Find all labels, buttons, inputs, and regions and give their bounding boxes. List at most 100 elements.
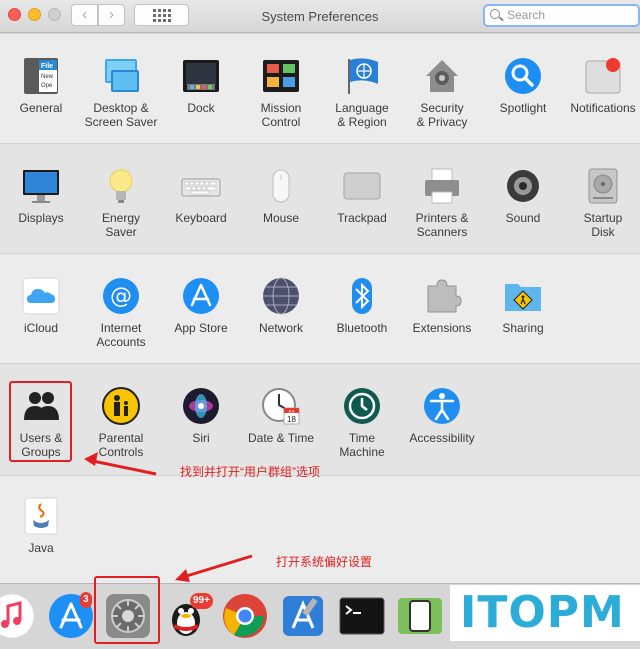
hard-disk-icon (588, 168, 618, 204)
lightbulb-icon (109, 169, 133, 203)
pane-label: General (19, 101, 63, 115)
pane-spotlight[interactable]: Spotlight (483, 56, 563, 115)
clock-calendar-icon: JUL 18 (262, 388, 300, 425)
pane-parental-controls[interactable]: Parental Controls (81, 386, 161, 459)
keyboard-icon (181, 178, 221, 197)
pane-label: Time Machine (339, 431, 385, 459)
pane-label: Bluetooth (336, 321, 388, 335)
search-icon (490, 9, 500, 19)
mission-control-icon (263, 60, 299, 92)
pane-language-region[interactable]: Language & Region (322, 56, 402, 129)
pane-label: Keyboard (175, 211, 227, 225)
printer-icon (425, 168, 459, 204)
pane-notifications[interactable]: Notifications (563, 56, 640, 115)
users-groups-highlight-box (9, 381, 72, 462)
svg-text:File: File (41, 63, 53, 70)
at-sign-icon: @ (103, 278, 139, 314)
dock-device-icon[interactable] (396, 592, 444, 640)
pane-label: Desktop & Screen Saver (84, 101, 158, 129)
sharing-folder-icon (505, 284, 541, 311)
pane-label: Extensions (412, 321, 472, 335)
dock-music-icon[interactable] (0, 592, 36, 640)
pane-label: Java (28, 541, 54, 555)
pane-label: iCloud (23, 321, 59, 335)
pane-label: Dock (187, 101, 215, 115)
internet-section: iCloud @ Internet Accounts App Store Net… (0, 253, 640, 363)
app-store-icon (183, 278, 219, 314)
speaker-icon (507, 170, 539, 202)
spotlight-icon (505, 58, 541, 94)
icloud-icon (22, 277, 60, 315)
pane-energy-saver[interactable]: Energy Saver (81, 166, 161, 239)
pane-printers-scanners[interactable]: Printers & Scanners (402, 166, 482, 239)
pane-label: Internet Accounts (96, 321, 146, 349)
pane-extensions[interactable]: Extensions (402, 276, 482, 335)
pane-time-machine[interactable]: Time Machine (322, 386, 402, 459)
dock-xcode-icon[interactable] (279, 592, 327, 640)
pane-date-time[interactable]: JUL 18 Date & Time (241, 386, 321, 445)
time-machine-icon (344, 388, 380, 424)
desktop-screen-saver-icon (105, 59, 139, 92)
pane-startup-disk[interactable]: Startup Disk (563, 166, 640, 239)
pane-label: Sound (505, 211, 541, 225)
network-globe-icon (263, 277, 299, 315)
pane-general[interactable]: File New Ope General (1, 56, 81, 115)
svg-text:New: New (41, 74, 54, 80)
pane-java[interactable]: Java (1, 496, 81, 555)
window-titlebar: ‹ › System Preferences Search (0, 0, 640, 33)
svg-text:18: 18 (287, 415, 296, 424)
java-icon (24, 497, 58, 535)
pane-app-store[interactable]: App Store (161, 276, 241, 335)
pane-sharing[interactable]: Sharing (483, 276, 563, 335)
pane-label: Network (258, 321, 303, 335)
hardware-section: Displays Energy Saver Keyboard Mouse Tra… (0, 143, 640, 253)
pane-siri[interactable]: Siri (161, 386, 241, 445)
app-store-badge: 3 (80, 592, 92, 608)
svg-text:Ope: Ope (41, 83, 53, 89)
pane-accessibility[interactable]: Accessibility (402, 386, 482, 445)
pane-keyboard[interactable]: Keyboard (161, 166, 241, 225)
pane-label: Displays (18, 211, 64, 225)
pane-mouse[interactable]: Mouse (241, 166, 321, 225)
pane-label: Language & Region (335, 101, 389, 129)
pane-displays[interactable]: Displays (1, 166, 81, 225)
users-groups-annotation: 找到并打开“用户群组”选项 (180, 465, 320, 479)
dock-chrome-icon[interactable] (221, 592, 269, 640)
pane-network[interactable]: Network (241, 276, 321, 335)
pane-sound[interactable]: Sound (483, 166, 563, 225)
pane-label: Accessibility (409, 431, 475, 445)
pane-security-privacy[interactable]: Security & Privacy (402, 56, 482, 129)
pane-bluetooth[interactable]: Bluetooth (322, 276, 402, 335)
system-section: Users & Groups Parental Controls Siri JU… (0, 363, 640, 475)
pane-label: Siri (192, 431, 210, 445)
notifications-icon (585, 58, 621, 94)
pane-dock[interactable]: Dock (161, 56, 241, 115)
system-prefs-annotation: 打开系统偏好设置 (276, 555, 373, 569)
system-preferences-highlight-box (94, 576, 160, 644)
display-icon (23, 170, 59, 203)
search-field[interactable]: Search (483, 4, 640, 27)
pane-internet-accounts[interactable]: @ Internet Accounts (81, 276, 161, 349)
pane-label: Notifications (570, 101, 636, 115)
siri-icon (183, 388, 219, 424)
pane-trackpad[interactable]: Trackpad (322, 166, 402, 225)
general-icon: File New Ope (24, 58, 58, 94)
pane-mission-control[interactable]: Mission Control (241, 56, 321, 129)
pane-label: Mission Control (260, 101, 302, 129)
dock-icon (183, 60, 219, 92)
puzzle-piece-icon (427, 279, 462, 313)
qq-badge: 99+ (190, 593, 213, 609)
pane-icloud[interactable]: iCloud (1, 276, 81, 335)
bluetooth-icon (352, 278, 372, 314)
pane-label: Spotlight (499, 101, 547, 115)
accessibility-icon (424, 388, 460, 424)
pane-label: Energy Saver (101, 211, 141, 239)
itopm-watermark: ITOPM (450, 585, 640, 641)
pane-label: Startup Disk (583, 211, 623, 239)
pane-desktop-screen-saver[interactable]: Desktop & Screen Saver (81, 56, 161, 129)
pane-label: Trackpad (337, 211, 387, 225)
dock-terminal-icon[interactable] (338, 592, 386, 640)
pane-label: Parental Controls (98, 431, 144, 459)
trackpad-icon (343, 172, 381, 200)
mouse-icon (272, 169, 290, 203)
